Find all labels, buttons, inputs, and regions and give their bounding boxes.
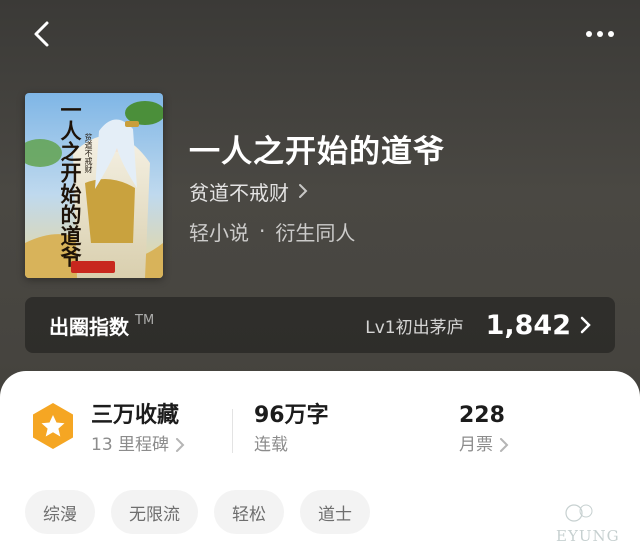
- serial-status: 连载: [254, 435, 288, 455]
- stat-words: 96万字 连载: [254, 401, 329, 459]
- stat-divider: [232, 409, 233, 453]
- word-count: 96万字: [254, 403, 329, 428]
- index-level: Lv1初出茅庐: [365, 317, 464, 338]
- monthly-ticket-label: 月票: [459, 431, 509, 459]
- chevron-right-icon: [299, 184, 308, 198]
- tag-chip[interactable]: 无限流: [111, 490, 198, 534]
- book-title: 一人之开始的道爷: [189, 134, 445, 170]
- index-value: 1,842: [485, 309, 571, 341]
- more-button[interactable]: [582, 16, 618, 52]
- author-name: 贫道不戒财: [189, 180, 289, 205]
- author-link[interactable]: 贫道不戒财: [189, 176, 309, 206]
- more-dots-icon: [586, 31, 592, 37]
- tag-chip[interactable]: 道士: [300, 490, 370, 534]
- monthly-ticket-count: 228: [459, 403, 505, 428]
- index-trademark: TM: [135, 312, 155, 328]
- svg-text:EYUNG: EYUNG: [556, 527, 620, 545]
- genre-category[interactable]: 轻小说: [189, 217, 249, 246]
- collection-count: 三万收藏: [91, 403, 180, 428]
- tag-chip[interactable]: 轻松: [214, 490, 284, 534]
- cover-author: 贫道不戒财: [84, 133, 93, 173]
- watermark-logo: EYUNG: [552, 501, 632, 547]
- index-title: 出圈指数: [49, 314, 129, 339]
- chevron-right-icon: [176, 438, 185, 452]
- collection-milestone: 13 里程碑: [91, 431, 185, 459]
- cover-title: 一人之开始的道爷: [58, 99, 82, 267]
- star-hexagon-icon: [33, 403, 73, 449]
- stat-collection[interactable]: 三万收藏 13 里程碑: [91, 401, 185, 459]
- genre-row: 轻小说 · 衍生同人: [189, 216, 355, 246]
- back-button[interactable]: [26, 16, 62, 52]
- genre-separator: ·: [259, 219, 266, 243]
- publisher-logo: [71, 261, 115, 273]
- tag-list: 综漫 无限流 轻松 道士: [25, 490, 370, 534]
- chevron-left-icon: [34, 21, 49, 47]
- popularity-index-bar[interactable]: 出圈指数 TM Lv1初出茅庐 1,842: [25, 297, 615, 353]
- chevron-right-icon: [500, 438, 509, 452]
- genre-subcategory[interactable]: 衍生同人: [275, 217, 355, 246]
- top-bar: [0, 0, 640, 70]
- chevron-right-icon: [580, 316, 591, 334]
- stat-tickets[interactable]: 228 月票: [459, 401, 509, 459]
- book-cover[interactable]: 一人之开始的道爷 贫道不戒财: [25, 93, 163, 278]
- stats-card: 三万收藏 13 里程碑 96万字 连载 228 月票 综漫 无限流 轻松 道士: [0, 371, 640, 551]
- tag-chip[interactable]: 综漫: [25, 490, 95, 534]
